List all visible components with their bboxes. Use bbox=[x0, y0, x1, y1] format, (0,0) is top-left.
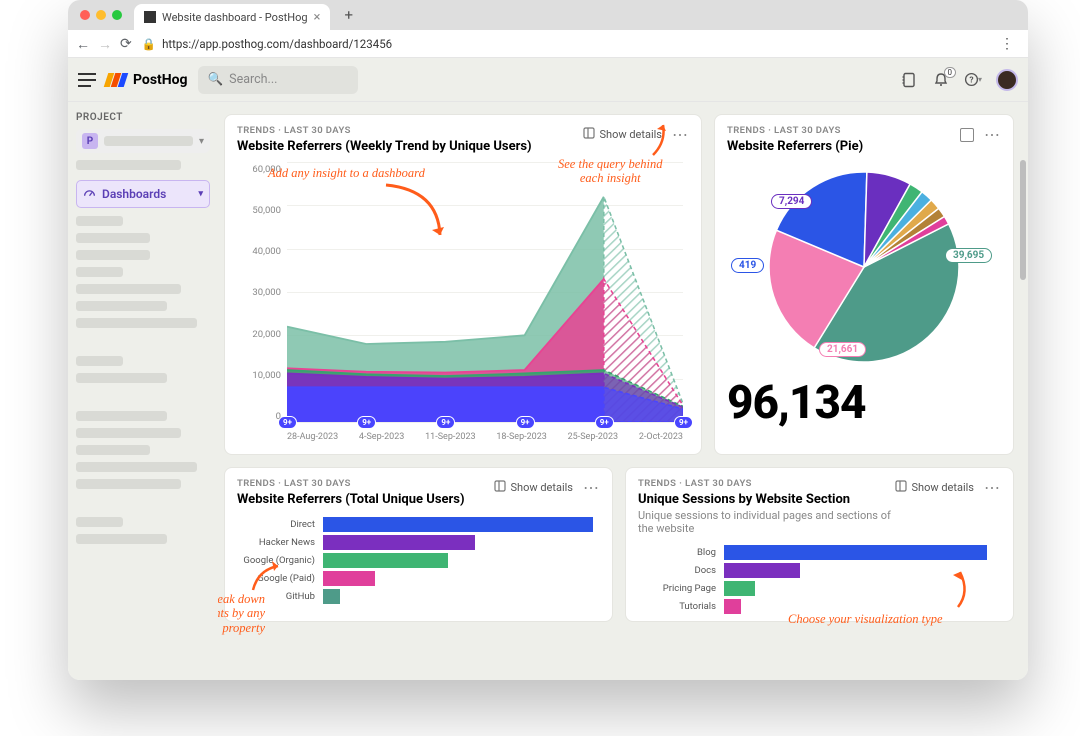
card-crumb: TRENDS · LAST 30 DAYS bbox=[638, 478, 895, 489]
avatar[interactable] bbox=[996, 69, 1018, 91]
sidebar-item[interactable] bbox=[76, 445, 150, 455]
sidebar-item[interactable] bbox=[76, 373, 167, 383]
card-crumb: TRENDS · LAST 30 DAYS bbox=[237, 478, 494, 489]
card-subtitle: Unique sessions to individual pages and … bbox=[638, 509, 895, 535]
sidebar-item[interactable] bbox=[76, 318, 197, 328]
show-details-button[interactable]: Show details bbox=[494, 480, 573, 495]
sidebar-section-label: PROJECT bbox=[76, 112, 210, 123]
project-badge: P bbox=[82, 133, 98, 149]
pie-total: 96,134 bbox=[727, 376, 1001, 430]
bar-chart[interactable]: BlogDocsPricing PageTutorials bbox=[638, 545, 1001, 614]
sidebar-item[interactable] bbox=[76, 534, 167, 544]
card-pie-chart: TRENDS · LAST 30 DAYS Website Referrers … bbox=[714, 114, 1014, 455]
card-crumb: TRENDS · LAST 30 DAYS bbox=[727, 125, 960, 136]
tab-favicon-icon bbox=[144, 11, 156, 23]
minimize-window-icon[interactable] bbox=[96, 10, 106, 20]
chevron-down-icon: ▾ bbox=[199, 136, 204, 147]
sidebar-item[interactable] bbox=[76, 250, 150, 260]
brand[interactable]: PostHog bbox=[106, 72, 188, 88]
area-chart[interactable]: 60,00050,00040,00030,00020,00010,0000 9+… bbox=[237, 162, 689, 442]
chevron-down-icon: ▾ bbox=[198, 189, 203, 199]
sidebar: PROJECT P ▾ Dashboards ▾ bbox=[68, 102, 218, 680]
sidebar-expand-icon bbox=[583, 127, 595, 142]
sidebar-item[interactable] bbox=[76, 216, 123, 226]
sidebar-item[interactable] bbox=[76, 301, 167, 311]
sidebar-item-label: Dashboards bbox=[102, 187, 166, 201]
sidebar-item[interactable] bbox=[76, 233, 150, 243]
brand-name: PostHog bbox=[133, 72, 188, 88]
sidebar-item[interactable] bbox=[76, 479, 181, 489]
sidebar-expand-icon bbox=[895, 480, 907, 495]
browser-chrome: Website dashboard - PostHog × + ← → ⟳ 🔒 … bbox=[68, 0, 1028, 58]
tab-title: Website dashboard - PostHog bbox=[162, 11, 308, 24]
card-title: Website Referrers (Pie) bbox=[727, 139, 960, 154]
pie-chart[interactable]: 39,69521,6614197,294 bbox=[727, 162, 1001, 372]
new-tab-icon[interactable]: + bbox=[344, 6, 353, 24]
bell-icon[interactable]: 0 bbox=[932, 71, 950, 89]
sidebar-item[interactable] bbox=[76, 517, 123, 527]
show-details-label: Show details bbox=[911, 481, 974, 494]
card-title: Unique Sessions by Website Section bbox=[638, 492, 895, 507]
scrollbar-thumb[interactable] bbox=[1020, 160, 1026, 280]
help-icon[interactable]: ? ▾ bbox=[964, 71, 982, 89]
close-window-icon[interactable] bbox=[80, 10, 90, 20]
lock-icon: 🔒 bbox=[142, 37, 156, 51]
browser-menu-icon[interactable]: ⋮ bbox=[1000, 36, 1020, 52]
sidebar-item-dashboards[interactable]: Dashboards ▾ bbox=[76, 180, 210, 208]
maximize-window-icon[interactable] bbox=[112, 10, 122, 20]
bar-chart[interactable]: DirectHacker NewsGoogle (Organic)Google … bbox=[237, 517, 600, 604]
notif-badge: 0 bbox=[944, 67, 957, 78]
more-icon[interactable]: ⋯ bbox=[672, 125, 689, 144]
main: TRENDS · LAST 30 DAYS Website Referrers … bbox=[218, 102, 1028, 680]
chevron-down-icon: ▾ bbox=[978, 75, 982, 84]
card-title: Website Referrers (Total Unique Users) bbox=[237, 492, 494, 507]
forward-icon[interactable]: → bbox=[98, 36, 112, 53]
sidebar-item[interactable] bbox=[76, 411, 167, 421]
gauge-icon bbox=[83, 186, 96, 202]
back-icon[interactable]: ← bbox=[76, 36, 90, 53]
more-icon[interactable]: ⋯ bbox=[984, 478, 1001, 497]
card-referrers-bar: TRENDS · LAST 30 DAYS Website Referrers … bbox=[224, 467, 613, 622]
show-details-label: Show details bbox=[510, 481, 573, 494]
browser-tab[interactable]: Website dashboard - PostHog × bbox=[134, 4, 330, 30]
sidebar-expand-icon bbox=[494, 480, 506, 495]
show-details-button[interactable]: Show details bbox=[583, 127, 662, 142]
tab-close-icon[interactable]: × bbox=[314, 10, 321, 25]
search-icon: 🔍 bbox=[208, 72, 224, 87]
placeholder-icon bbox=[104, 136, 193, 146]
more-icon[interactable]: ⋯ bbox=[583, 478, 600, 497]
window-controls[interactable] bbox=[80, 10, 122, 20]
sidebar-item[interactable] bbox=[76, 267, 123, 277]
sidebar-item[interactable] bbox=[76, 356, 123, 366]
sidebar-item[interactable] bbox=[76, 462, 197, 472]
app-header: PostHog 🔍 Search... 0 ? ▾ bbox=[68, 58, 1028, 102]
card-sessions-bar: TRENDS · LAST 30 DAYS Unique Sessions by… bbox=[625, 467, 1014, 622]
card-title: Website Referrers (Weekly Trend by Uniqu… bbox=[237, 139, 583, 154]
sidebar-item[interactable] bbox=[76, 428, 181, 438]
sidebar-item[interactable] bbox=[76, 284, 181, 294]
address-bar[interactable]: 🔒 https://app.posthog.com/dashboard/1234… bbox=[142, 37, 392, 51]
search-placeholder: Search... bbox=[229, 72, 277, 87]
show-details-label: Show details bbox=[599, 128, 662, 141]
url-text: https://app.posthog.com/dashboard/123456 bbox=[162, 37, 392, 51]
more-icon[interactable]: ⋯ bbox=[984, 125, 1001, 144]
card-area-chart: TRENDS · LAST 30 DAYS Website Referrers … bbox=[224, 114, 702, 455]
sidebar-toggle-icon[interactable] bbox=[78, 73, 96, 87]
sidebar-item[interactable] bbox=[76, 160, 181, 170]
brand-logo-icon bbox=[106, 73, 127, 87]
search-input[interactable]: 🔍 Search... bbox=[198, 66, 358, 94]
expand-icon[interactable] bbox=[960, 128, 974, 142]
project-selector[interactable]: P ▾ bbox=[76, 129, 210, 153]
reload-icon[interactable]: ⟳ bbox=[120, 36, 132, 53]
card-crumb: TRENDS · LAST 30 DAYS bbox=[237, 125, 583, 136]
svg-text:?: ? bbox=[969, 75, 973, 85]
notebook-icon[interactable] bbox=[900, 71, 918, 89]
show-details-button[interactable]: Show details bbox=[895, 480, 974, 495]
